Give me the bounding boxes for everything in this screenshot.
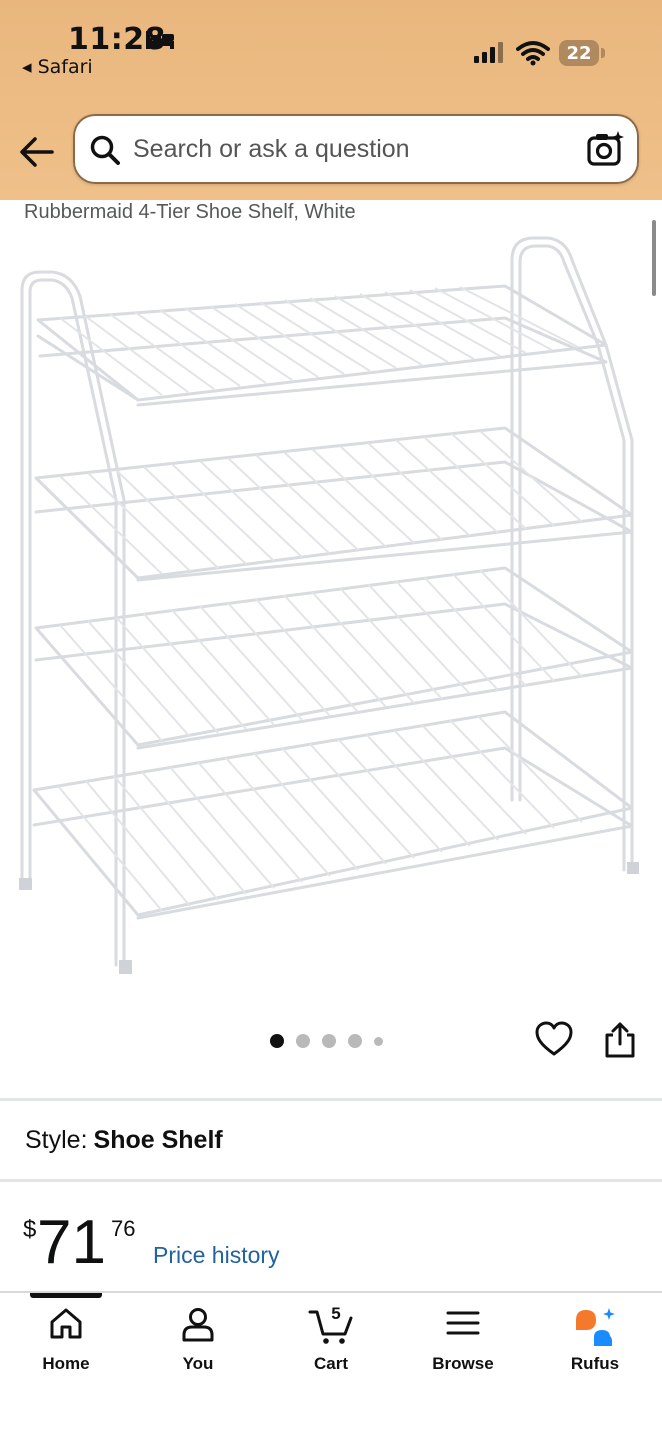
tab-browse[interactable]: Browse [408,1306,518,1373]
tab-you[interactable]: You [143,1306,253,1373]
price-whole: 71 [37,1208,106,1277]
product-title: Rubbermaid 4-Tier Shoe Shelf, White [24,201,356,223]
tab-rufus-label: Rufus [570,1354,620,1373]
home-icon [50,1308,82,1339]
signal-icon [474,42,503,63]
tab-browse-label: Browse [432,1354,494,1373]
tab-cart-label: Cart [313,1354,348,1373]
price-symbol: $ [23,1216,37,1243]
style-label: Style: [25,1126,88,1154]
battery-indicator: 22 [559,40,599,66]
back-to-safari[interactable]: ◂ Safari [22,56,93,78]
price-history-link[interactable]: Price history [153,1242,280,1269]
product-image[interactable] [0,225,662,985]
image-carousel-dots[interactable] [270,1034,383,1048]
wifi-icon [516,41,550,66]
tab-home[interactable]: Home [11,1306,121,1373]
tab-cart[interactable]: 5 Cart [276,1304,386,1373]
carousel-dot-3[interactable] [322,1034,336,1048]
person-icon [182,1308,214,1342]
battery-tip [601,48,605,58]
cart-count: 5 [331,1304,341,1323]
search-input[interactable] [133,130,563,168]
camera-icon[interactable] [587,130,625,168]
carousel-dot-1[interactable] [270,1034,284,1048]
price-fraction: 76 [111,1216,136,1241]
carousel-dot-5[interactable] [374,1036,383,1046]
bed-icon [146,31,174,49]
search-bar[interactable] [73,114,639,184]
tab-home-label: Home [42,1354,90,1373]
style-selector[interactable]: Style: Shoe Shelf [25,1126,223,1155]
rufus-icon [576,1308,615,1346]
carousel-dot-4[interactable] [348,1034,362,1048]
heart-icon[interactable] [534,1020,574,1060]
search-icon [90,135,120,165]
style-value: Shoe Shelf [93,1126,223,1154]
share-icon[interactable] [602,1020,638,1060]
divider [0,1179,662,1182]
tab-you-label: You [182,1354,214,1373]
divider [0,1098,662,1101]
back-arrow-icon[interactable] [18,134,56,170]
active-tab-indicator [30,1293,102,1298]
menu-icon [446,1311,480,1335]
carousel-dot-2[interactable] [296,1034,310,1048]
tab-rufus[interactable]: Rufus [540,1306,650,1373]
